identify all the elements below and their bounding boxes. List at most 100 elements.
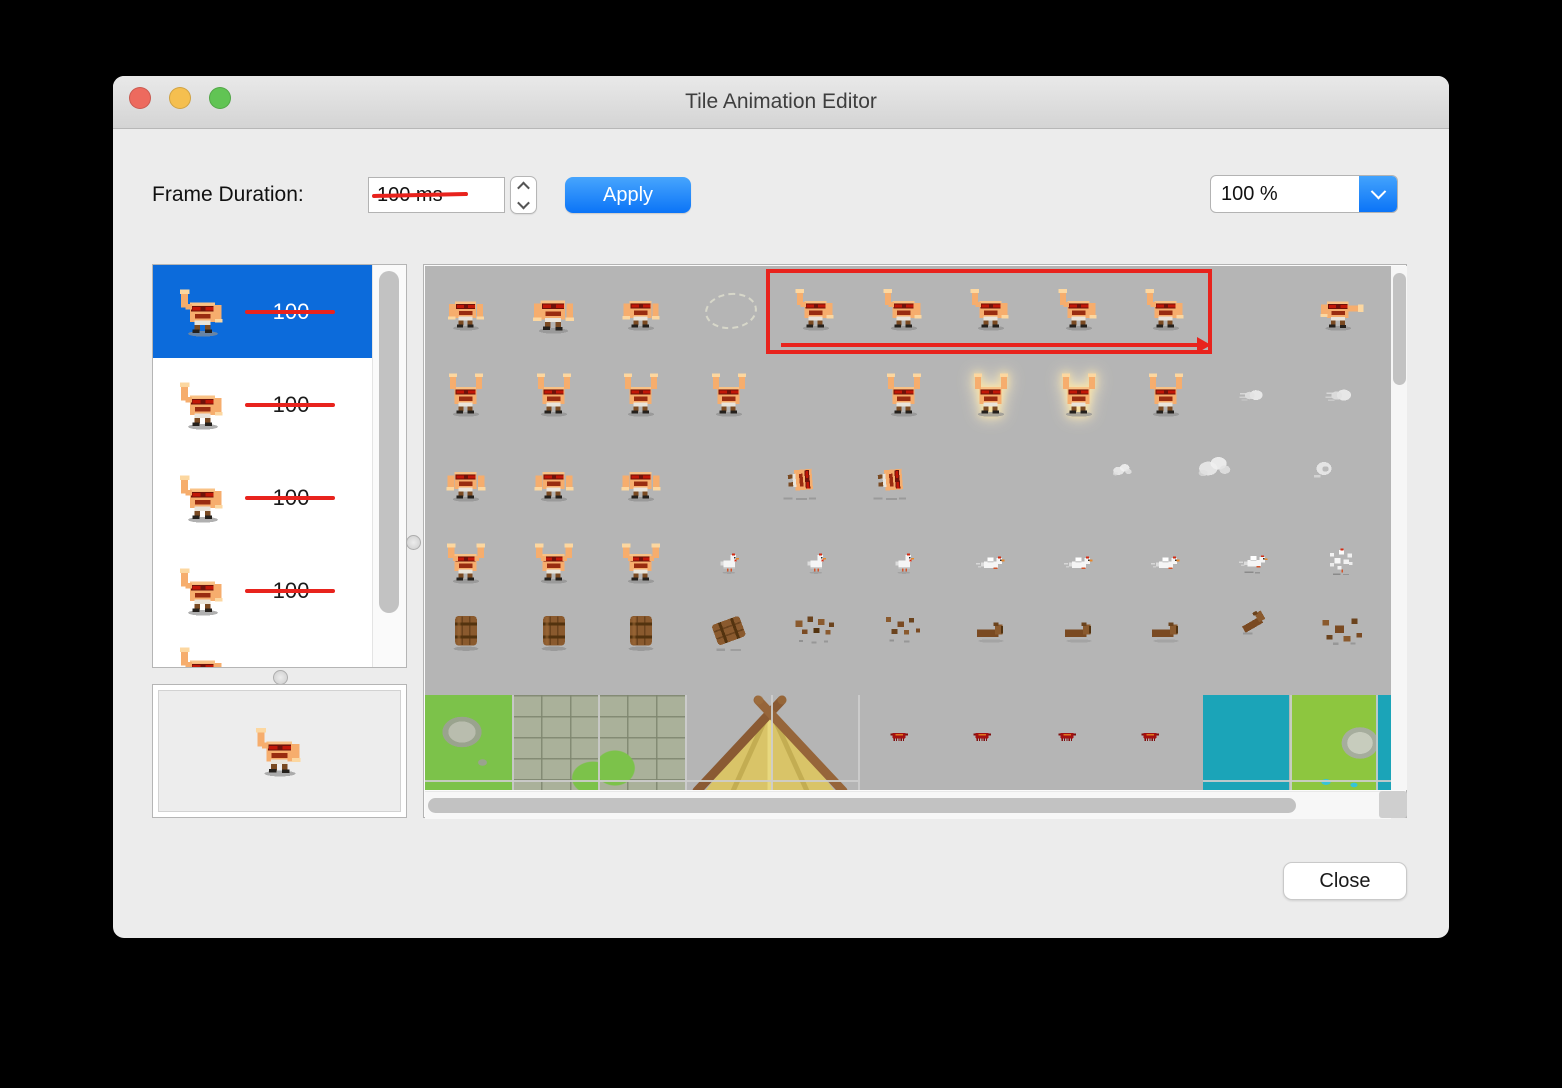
tile-sprite-armsup[interactable] <box>879 373 929 417</box>
annotation-strikethrough <box>245 495 335 500</box>
title-bar[interactable]: Tile Animation Editor <box>113 76 1449 129</box>
tile-sprite-armsup[interactable] <box>441 373 491 417</box>
window-title: Tile Animation Editor <box>685 90 877 113</box>
tile-grid-line <box>771 695 773 790</box>
terrain-tile-stone[interactable] <box>511 695 598 790</box>
tile-grid-line <box>1376 695 1378 790</box>
tile-sprite-chickdust[interactable] <box>1237 549 1271 575</box>
tile-sprite-cheer[interactable] <box>441 540 491 584</box>
tile-sprite-chick[interactable] <box>889 550 919 574</box>
tile-sprite-crouch[interactable] <box>616 287 666 331</box>
annotation-arrowhead <box>1197 337 1211 353</box>
tile-sprite-crab[interactable] <box>888 727 910 745</box>
tile-sprite-puff[interactable] <box>1110 460 1134 477</box>
tile-sprite-crouch[interactable] <box>442 288 490 331</box>
tile-grid-line <box>1203 780 1391 782</box>
stepper-up-button[interactable] <box>511 177 536 195</box>
terrain-tile-grass[interactable] <box>425 695 512 790</box>
terrain-tile-stonegrass[interactable] <box>598 695 685 790</box>
frame-list-item[interactable]: 100 <box>153 358 374 451</box>
tile-sprite-chickfly[interactable] <box>1149 550 1183 575</box>
tile-sprite-crab[interactable] <box>1139 727 1161 745</box>
empty-tile-outline[interactable] <box>702 290 759 332</box>
tile-sprite-barrel[interactable] <box>622 610 660 651</box>
tile-sprite-armsup[interactable] <box>704 373 754 417</box>
tile-sprite-log[interactable] <box>1146 618 1186 643</box>
apply-button[interactable]: Apply <box>565 177 691 213</box>
stepper-down-button[interactable] <box>511 195 536 213</box>
scrollbar-corner <box>1379 791 1407 818</box>
tile-grid-line <box>511 695 514 790</box>
tile-animation-editor-window: Tile Animation Editor Frame Duration: 10… <box>113 76 1449 938</box>
frame-list-item[interactable]: 100 <box>153 451 374 544</box>
tile-sprite-barrel[interactable] <box>447 610 485 651</box>
tile-sprite-barreltilt[interactable] <box>710 610 748 651</box>
frame-list-scrollbar <box>372 265 406 667</box>
tile-sprite-smokedash[interactable] <box>1238 386 1269 405</box>
tile-sprite-smokedash[interactable] <box>1324 385 1358 406</box>
tile-sprite-cheer[interactable] <box>616 540 666 584</box>
tile-sprite-debris2[interactable] <box>878 612 930 648</box>
tile-sprite-crab[interactable] <box>971 727 993 745</box>
tile-sprite-puffcurl[interactable] <box>1309 456 1339 481</box>
tile-sprite-crouch[interactable] <box>526 285 581 334</box>
preview-panel <box>152 684 407 818</box>
frame-rows: 100 100 100 100 <box>153 265 374 667</box>
frame-list-item[interactable] <box>153 637 374 667</box>
tile-sprite-logfly[interactable] <box>1235 609 1273 635</box>
tile-sprite-chick[interactable] <box>714 550 744 574</box>
chevron-down-icon <box>1370 183 1386 199</box>
tile-sprite-debris[interactable] <box>790 612 842 648</box>
tileset-viewport[interactable] <box>425 266 1391 790</box>
tile-sprite-puff[interactable] <box>1194 450 1234 479</box>
tile-sprite-wide[interactable] <box>616 458 666 502</box>
tile-sprite-wide[interactable] <box>529 458 579 502</box>
zoom-select[interactable]: 100 % <box>1210 175 1398 213</box>
tile-sprite-chick[interactable] <box>801 550 831 574</box>
tile-sprite-log[interactable] <box>971 618 1011 643</box>
tile-sprite-armsup[interactable] <box>529 373 579 417</box>
frame-sprite <box>175 473 231 523</box>
tile-grid-line <box>598 695 600 790</box>
annotation-rectangle <box>766 269 1212 354</box>
tile-grid-line <box>685 695 687 790</box>
tile-sprite-chickfly[interactable] <box>1062 550 1096 575</box>
zoom-dropdown-button[interactable] <box>1359 176 1397 212</box>
close-button[interactable]: Close <box>1283 862 1407 900</box>
tile-sprite-chickpoof[interactable] <box>1324 548 1358 576</box>
splitter-handle[interactable] <box>406 535 421 550</box>
tile-sprite-armsup[interactable] <box>1054 373 1104 417</box>
tileset-horizontal-scrollbar <box>425 791 1391 819</box>
chevron-down-icon <box>517 196 530 209</box>
frame-list-item[interactable]: 100 <box>153 265 374 358</box>
tile-sprite-punch[interactable] <box>1314 288 1368 331</box>
frame-list-scrollbar-thumb[interactable] <box>379 271 399 613</box>
tile-sprite-chickfly[interactable] <box>974 550 1008 575</box>
tile-sprite-armsup[interactable] <box>1141 373 1191 417</box>
terrain-tile-grass2[interactable] <box>1289 695 1376 790</box>
tile-sprite-roll[interactable] <box>777 460 823 501</box>
annotation-strikethrough <box>245 309 335 314</box>
tile-sprite-armsup[interactable] <box>616 373 666 417</box>
terrain-tile-water[interactable] <box>1203 695 1289 790</box>
horizontal-scrollbar-thumb[interactable] <box>428 798 1296 813</box>
tile-sprite-log[interactable] <box>1059 618 1099 643</box>
vertical-scrollbar-thumb[interactable] <box>1392 273 1406 385</box>
tile-sprite-wide[interactable] <box>441 458 491 502</box>
tile-sprite-crab[interactable] <box>1056 727 1078 745</box>
zoom-value: 100 % <box>1221 182 1278 205</box>
tile-sprite-barrel[interactable] <box>535 610 573 651</box>
frame-list-item[interactable]: 100 <box>153 544 374 637</box>
tile-sprite-cheer[interactable] <box>529 540 579 584</box>
splitter-handle[interactable] <box>273 670 288 685</box>
terrain-tile-water[interactable] <box>1376 695 1391 790</box>
tile-sprite-logbits[interactable] <box>1316 615 1366 646</box>
frame-sprite <box>175 287 231 337</box>
frame-sprite <box>175 566 231 616</box>
annotation-strikethrough <box>245 588 335 593</box>
tile-sprite-armsup[interactable] <box>966 373 1016 417</box>
frame-list-panel: 100 100 100 100 <box>152 264 407 668</box>
chevron-up-icon <box>517 181 530 194</box>
tile-sprite-roll[interactable] <box>867 460 913 501</box>
tileset-vertical-scrollbar <box>1391 266 1407 790</box>
